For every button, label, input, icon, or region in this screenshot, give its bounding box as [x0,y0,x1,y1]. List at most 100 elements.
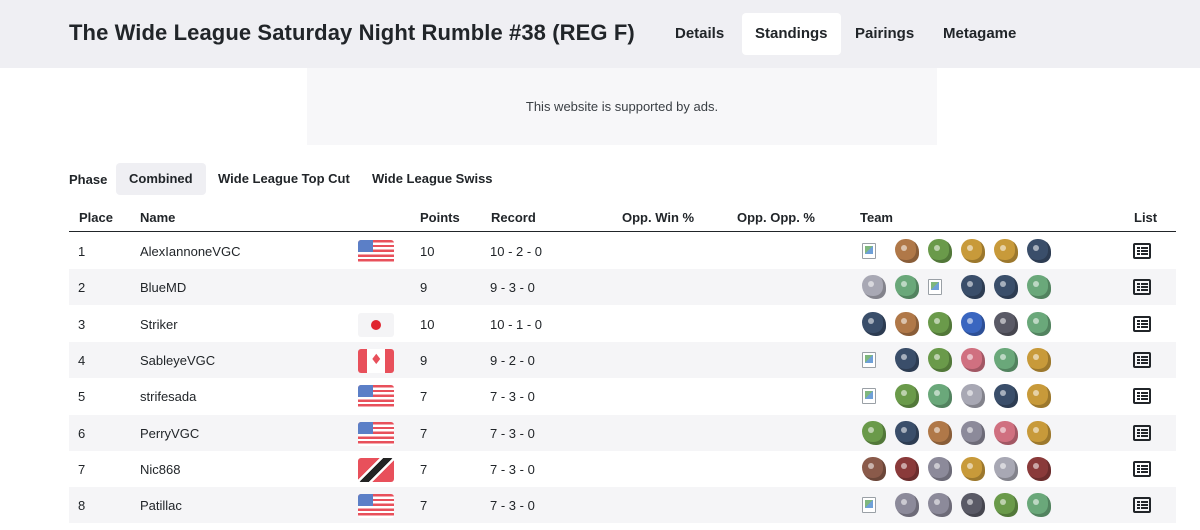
table-row: 7 Nic868 7 7 - 3 - 0 [69,451,1176,487]
tab-metagame[interactable]: Metagame [930,13,1029,55]
broken-image-icon [862,351,876,368]
pokemon-sprite-icon [862,275,886,300]
player-name[interactable]: Striker [140,317,178,332]
team-sprites [859,453,1059,485]
table-header-divider [69,231,1176,232]
tab-standings[interactable]: Standings [742,13,841,55]
teamlist-icon[interactable] [1133,351,1151,368]
record-cell: 9 - 2 - 0 [490,352,535,368]
table-row: 4 SableyeVGC 9 9 - 2 - 0 [69,341,1176,378]
pokemon-sprite-icon [1027,275,1051,300]
place-cell: 5 [78,389,86,405]
pokemon-sprite-icon [895,311,919,336]
record-cell: 7 - 3 - 0 [490,498,535,514]
header-name[interactable]: Name [140,210,175,225]
tab-details[interactable]: Details [662,13,737,55]
table-row: 6 PerryVGC 7 7 - 3 - 0 [69,414,1176,451]
pokemon-sprite-icon [1027,456,1051,481]
country-flag-icon [358,494,394,519]
teamlist-icon[interactable] [1133,315,1151,332]
teamlist-icon[interactable] [1133,388,1151,405]
points-cell: 9 [420,280,428,296]
country-flag-icon [358,385,394,410]
pokemon-sprite-icon [895,275,919,300]
record-cell: 7 - 3 - 0 [490,389,535,405]
tournament-title: The Wide League Saturday Night Rumble #3… [69,20,635,45]
header-points[interactable]: Points [420,210,460,225]
points-cell: 10 [420,316,435,332]
points-cell: 7 [420,389,428,405]
place-cell: 8 [78,498,86,514]
pokemon-sprite-icon [1027,384,1051,409]
player-name[interactable]: Nic868 [140,462,180,477]
ad-banner: This website is supported by ads. [307,68,937,145]
teamlist-icon[interactable] [1133,243,1151,259]
broken-image-icon [928,279,942,296]
player-name[interactable]: strifesada [140,389,196,404]
pokemon-sprite-icon [994,420,1018,445]
pokemon-sprite-icon [961,275,985,300]
broken-image-icon [862,497,876,514]
header-place[interactable]: Place [79,210,113,225]
pokemon-sprite-icon [895,420,919,445]
player-name[interactable]: Patillac [140,498,182,513]
header-opp-opp[interactable]: Opp. Opp. % [737,210,815,225]
pokemon-sprite-icon [862,311,886,336]
pokemon-sprite-icon [895,384,919,409]
pokemon-sprite-icon [895,493,919,518]
phase-tab-combined[interactable]: Combined [116,163,206,195]
header-list: List [1134,210,1158,225]
tab-pairings[interactable]: Pairings [842,13,927,55]
table-row: 3 Striker 10 10 - 1 - 0 [69,306,1176,342]
record-cell: 9 - 3 - 0 [490,280,535,296]
pokemon-sprite-icon [928,456,952,481]
pokemon-sprite-icon [994,456,1018,481]
pokemon-sprite-icon [994,275,1018,300]
pokemon-sprite-icon [961,384,985,409]
player-name[interactable]: PerryVGC [140,426,199,441]
teamlist-icon[interactable] [1133,497,1151,514]
points-cell: 7 [420,498,428,514]
pokemon-sprite-icon [994,347,1018,372]
pokemon-sprite-icon [961,239,985,263]
pokemon-sprite-icon [895,347,919,372]
place-cell: 3 [78,316,86,332]
pokemon-sprite-icon [895,239,919,263]
place-cell: 6 [78,425,86,441]
country-flag-icon [358,240,394,264]
record-cell: 10 - 1 - 0 [490,316,543,332]
pokemon-sprite-icon [1027,311,1051,336]
pokemon-sprite-icon [1027,420,1051,445]
teamlist-icon[interactable] [1133,460,1151,477]
player-name[interactable]: SableyeVGC [140,353,215,368]
country-flag-icon [358,312,394,337]
pokemon-sprite-icon [862,456,886,481]
place-cell: 1 [78,244,86,259]
broken-image-icon [862,243,876,259]
place-cell: 4 [78,352,86,368]
phase-tab-swiss[interactable]: Wide League Swiss [359,163,506,195]
pokemon-sprite-icon [1027,239,1051,263]
country-flag-icon [358,348,394,373]
table-row: 2 BlueMD 9 9 - 3 - 0 [69,269,1176,306]
header-opp-win[interactable]: Opp. Win % [622,210,694,225]
pokemon-sprite-icon [928,347,952,372]
header-team: Team [860,210,893,225]
table-row: 1 AlexIannoneVGC 10 10 - 2 - 0 [69,233,1176,269]
player-name[interactable]: AlexIannoneVGC [140,244,240,259]
place-cell: 7 [78,461,86,477]
pokemon-sprite-icon [1027,493,1051,518]
pokemon-sprite-icon [961,456,985,481]
teamlist-icon[interactable] [1133,279,1151,296]
header-record[interactable]: Record [491,210,536,225]
points-cell: 7 [420,425,428,441]
points-cell: 10 [420,244,435,259]
pokemon-sprite-icon [895,456,919,481]
points-cell: 9 [420,352,428,368]
phase-tab-top-cut[interactable]: Wide League Top Cut [205,163,363,195]
pokemon-sprite-icon [1027,347,1051,372]
teamlist-icon[interactable] [1133,424,1151,441]
team-sprites [859,417,1059,449]
pokemon-sprite-icon [928,493,952,518]
player-name[interactable]: BlueMD [140,280,186,295]
